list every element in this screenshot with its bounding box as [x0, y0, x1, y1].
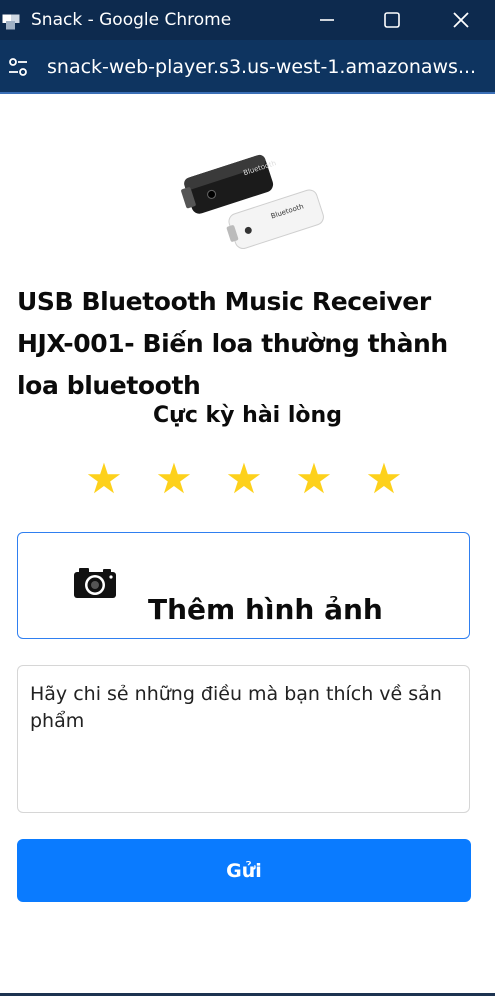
star-icon[interactable]: ★ — [361, 456, 407, 502]
bluetooth-receiver-image: Bluetooth Bluetooth — [181, 154, 324, 249]
star-icon[interactable]: ★ — [81, 456, 127, 502]
url-text[interactable]: snack-web-player.s3.us-west-1.amazonaws.… — [47, 56, 477, 78]
camera-icon — [74, 568, 116, 598]
snack-app-icon — [1, 13, 21, 31]
star-icon[interactable]: ★ — [151, 456, 197, 502]
submit-button[interactable]: Gửi — [17, 839, 471, 902]
rating-label: Cực kỳ hài lòng — [153, 403, 342, 428]
minimize-icon[interactable] — [315, 8, 339, 32]
maximize-icon[interactable] — [380, 8, 404, 32]
address-bar-divider — [0, 92, 495, 94]
close-icon[interactable] — [449, 8, 473, 32]
star-icon[interactable]: ★ — [221, 456, 267, 502]
star-rating: ★ ★ ★ ★ ★ — [0, 456, 495, 508]
star-icon[interactable]: ★ — [291, 456, 337, 502]
window-title: Snack - Google Chrome — [31, 10, 232, 30]
product-title: USB Bluetooth Music Receiver HJX-001- Bi… — [17, 287, 448, 400]
add-photo-button[interactable]: Thêm hình ảnh — [17, 532, 470, 639]
review-input[interactable] — [17, 665, 470, 813]
add-photo-label: Thêm hình ảnh — [148, 593, 383, 626]
window-titlebar: Snack - Google Chrome — [0, 0, 495, 40]
site-settings-icon[interactable] — [6, 55, 30, 79]
